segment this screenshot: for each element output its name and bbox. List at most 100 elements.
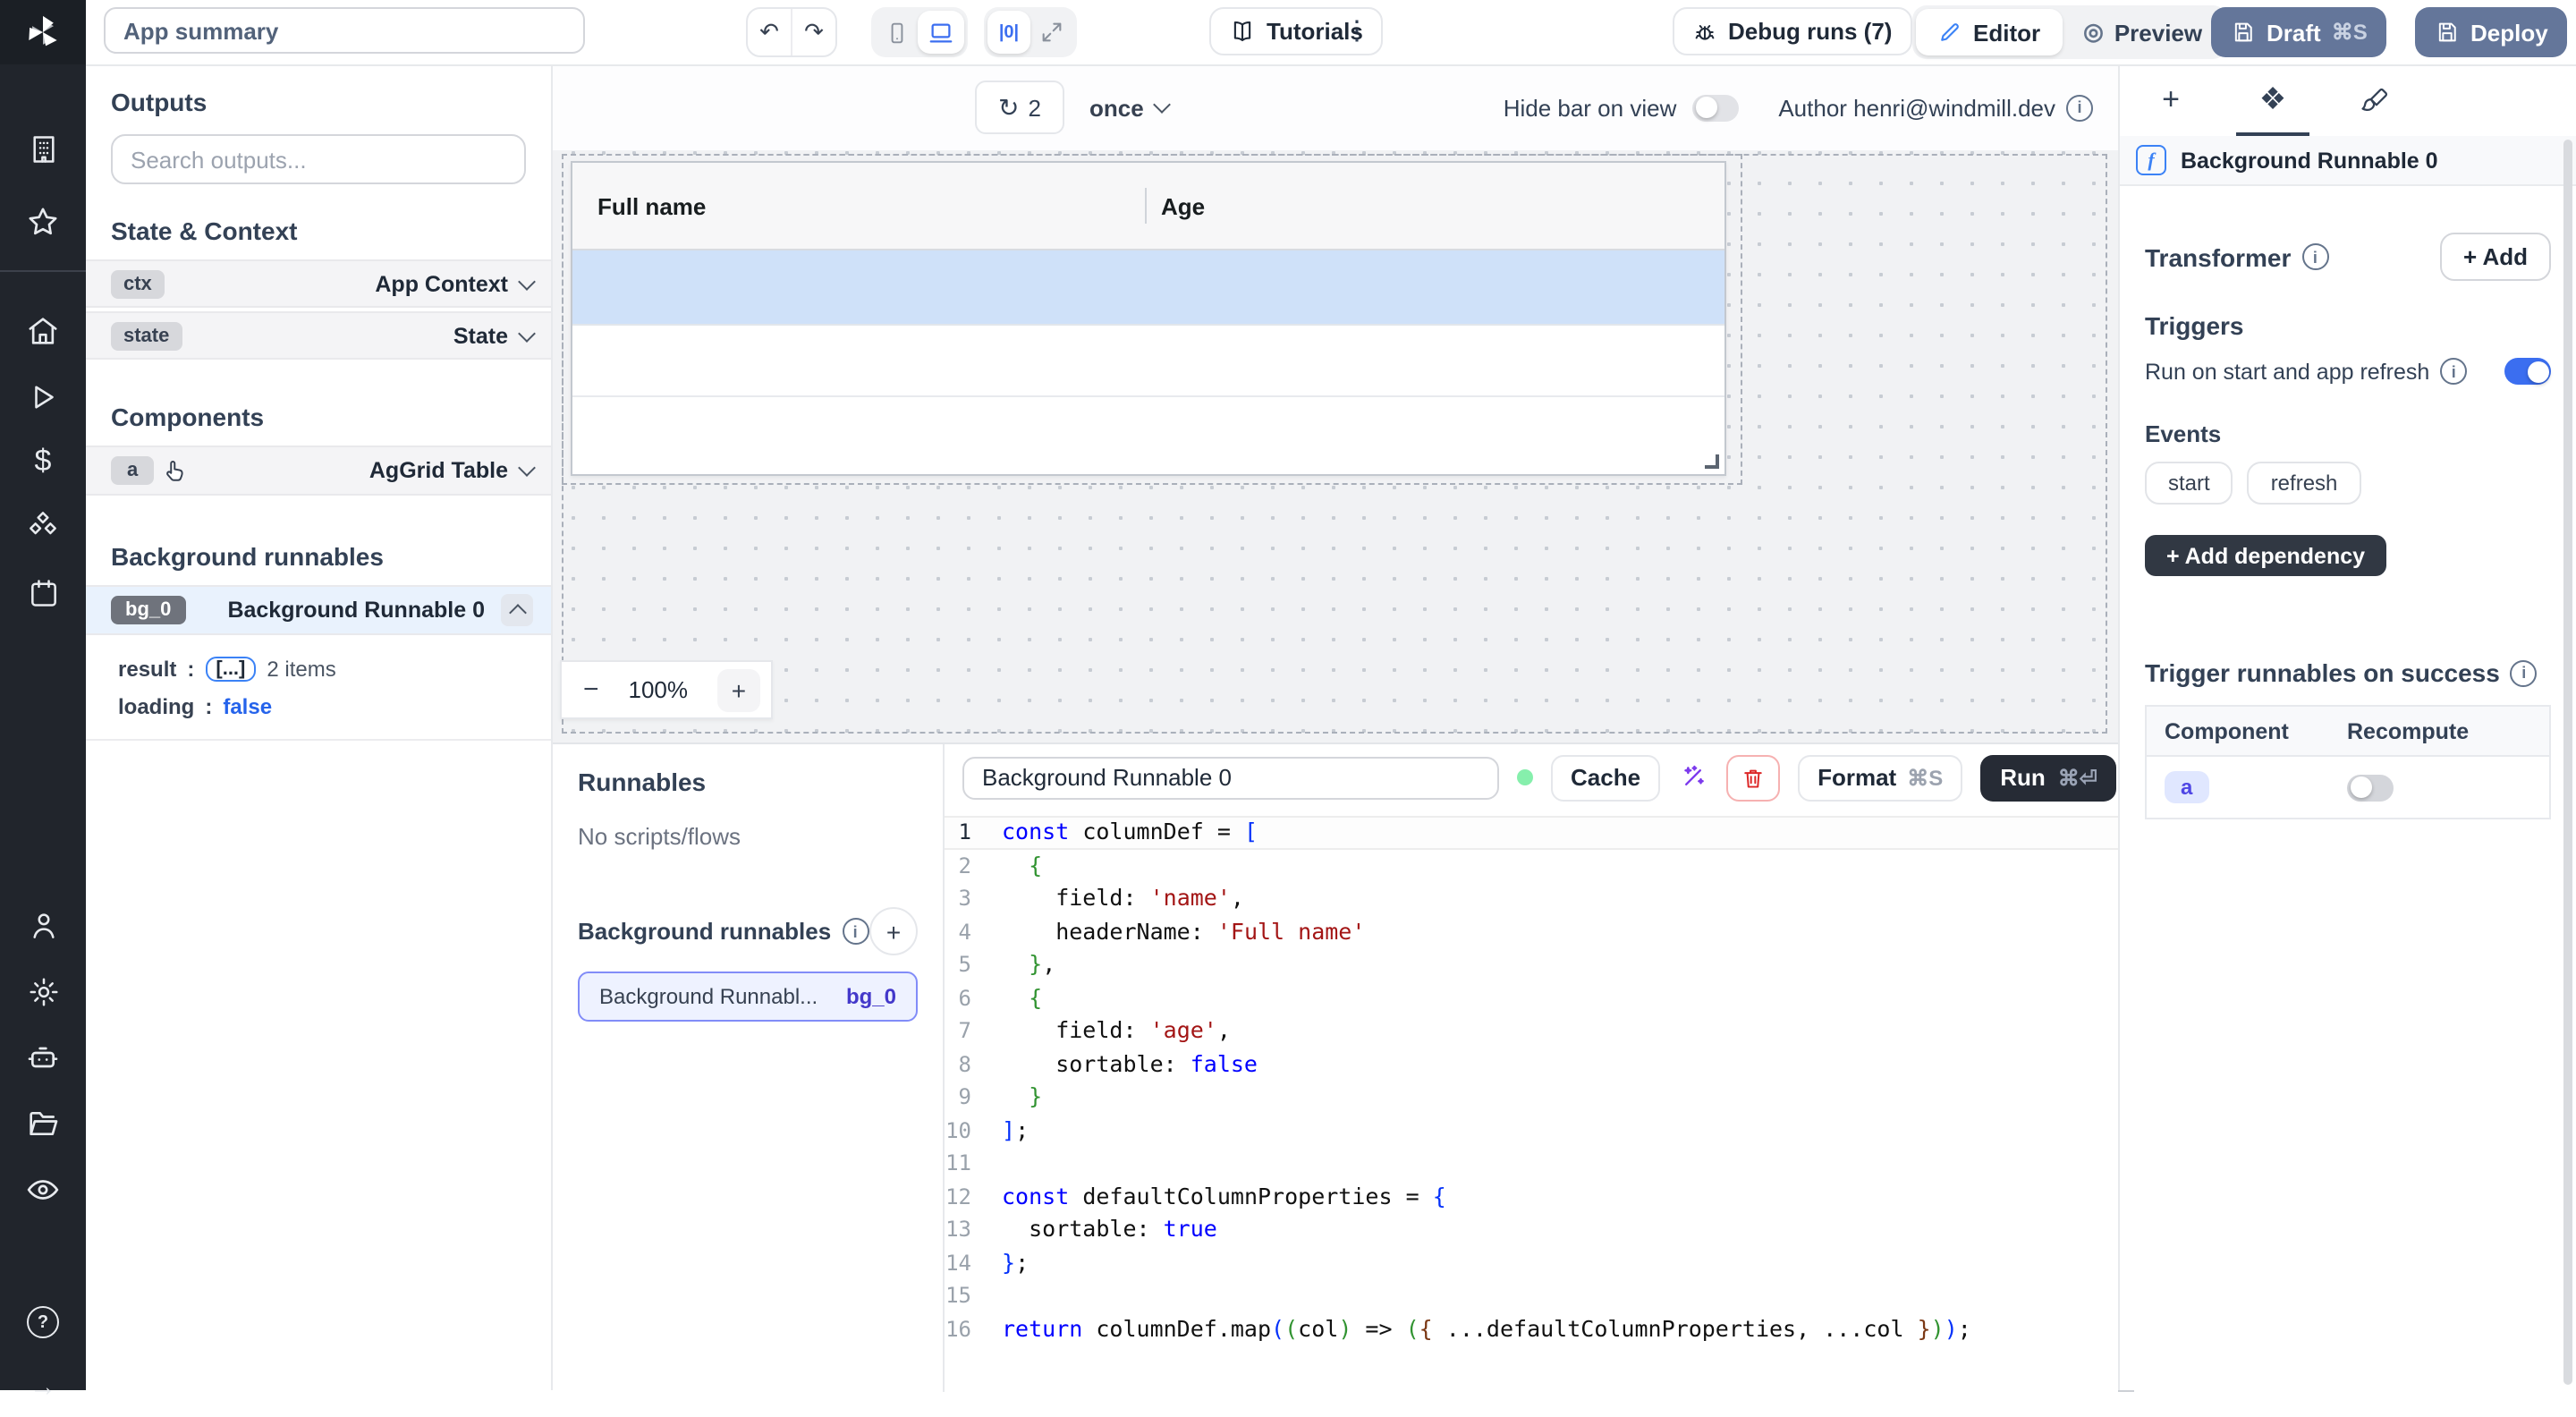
chevron-down-icon[interactable] [518, 272, 536, 290]
code-line[interactable]: 11 [945, 1147, 2135, 1180]
recompute-toggle[interactable] [2347, 774, 2394, 801]
resources-cubes-icon[interactable] [0, 496, 86, 556]
ctx-output-row[interactable]: ctx App Context [86, 259, 551, 308]
runnable-item-selected[interactable]: Background Runnabl... bg_0 [578, 972, 918, 1022]
delete-button[interactable] [1726, 754, 1780, 801]
workspace-building-icon[interactable] [0, 118, 86, 179]
variables-dollar-icon[interactable]: $ [0, 431, 86, 492]
code-line[interactable]: 5 }, [945, 948, 2135, 981]
deploy-button[interactable]: Deploy [2415, 7, 2568, 57]
code-line[interactable]: 2 { [945, 849, 2135, 882]
home-icon[interactable] [0, 301, 86, 361]
component-a-row[interactable]: a AgGrid Table [86, 445, 551, 496]
code-line[interactable]: 3 field: 'name', [945, 882, 2135, 915]
expand-rail-arrow-icon[interactable]: → [0, 1356, 86, 1417]
line-number: 2 [945, 849, 971, 882]
table-row-selected[interactable] [572, 250, 1724, 326]
code-line[interactable]: 15 [945, 1279, 2135, 1312]
code-line[interactable]: 6 { [945, 981, 2135, 1014]
users-person-icon[interactable] [0, 895, 86, 955]
column-separator[interactable] [1145, 188, 1147, 224]
mobile-view-button[interactable] [875, 11, 918, 54]
ai-wand-icon[interactable] [1678, 762, 1708, 793]
aggrid-table-component[interactable]: Full name Age [571, 161, 1726, 476]
trash-icon [1741, 765, 1766, 790]
component-settings-tab[interactable]: ❖ [2222, 64, 2324, 136]
zoom-in-button[interactable]: + [717, 668, 760, 711]
settings-gear-icon[interactable] [0, 961, 86, 1022]
zoom-control: − 100% + [560, 660, 773, 719]
code-line[interactable]: 14}; [945, 1246, 2135, 1279]
editor-tab[interactable]: Editor [1916, 9, 2062, 55]
resize-handle[interactable] [1705, 454, 1719, 469]
zoom-out-button[interactable]: − [583, 675, 599, 705]
code-line[interactable]: 8 sortable: false [945, 1048, 2135, 1081]
refresh-mode-select[interactable]: once [1089, 81, 1169, 134]
redo-button[interactable]: ↷ [791, 9, 835, 55]
add-runnable-button[interactable]: + [869, 907, 918, 955]
info-icon[interactable]: i [2511, 659, 2538, 686]
info-icon[interactable]: i [2066, 94, 2093, 121]
draft-button[interactable]: Draft ⌘S [2211, 7, 2387, 57]
run-on-start-toggle[interactable] [2504, 358, 2551, 385]
workers-robot-icon[interactable] [0, 1027, 86, 1088]
windmill-logo[interactable] [0, 0, 86, 64]
code-line[interactable]: 12const defaultColumnProperties = { [945, 1180, 2135, 1213]
format-button[interactable]: Format ⌘S [1798, 754, 1962, 801]
column-header-fullname[interactable]: Full name [572, 192, 1145, 219]
component-a-chip[interactable]: a [2165, 771, 2208, 803]
styling-tab[interactable] [2324, 64, 2426, 136]
code-editor[interactable]: 1const columnDef = [2 {3 field: 'name',4… [945, 810, 2135, 1392]
app-summary-input[interactable]: App summary [104, 7, 585, 54]
code-line[interactable]: 4 headerName: 'Full name' [945, 915, 2135, 948]
hide-bar-toggle[interactable] [1692, 94, 1739, 121]
chevron-down-icon[interactable] [518, 324, 536, 342]
code-line[interactable]: 10]; [945, 1114, 2135, 1147]
runnable-name-input[interactable]: Background Runnable 0 [962, 756, 1499, 799]
refresh-count-button[interactable]: ↻ 2 [975, 81, 1064, 134]
center-layout-button[interactable]: |0| [987, 11, 1030, 54]
info-icon[interactable]: i [2440, 358, 2467, 385]
collapse-button[interactable] [501, 594, 533, 626]
more-menu-button[interactable]: ⋮ [1343, 14, 1370, 47]
audit-eye-icon[interactable] [0, 1159, 86, 1220]
search-outputs-input[interactable]: Search outputs... [111, 134, 526, 184]
help-icon[interactable]: ? [0, 1292, 86, 1353]
bg0-output-row[interactable]: bg_0 Background Runnable 0 [86, 585, 551, 635]
event-chip-start[interactable]: start [2145, 462, 2233, 505]
code-line[interactable]: 9 } [945, 1081, 2135, 1114]
info-icon[interactable]: i [842, 918, 869, 945]
schedules-calendar-icon[interactable] [0, 562, 86, 623]
code-line[interactable]: 1const columnDef = [ [945, 816, 2135, 849]
insert-component-tab[interactable]: + [2120, 64, 2222, 136]
right-panel-scrollbar[interactable] [2563, 140, 2572, 1385]
chevron-down-icon[interactable] [518, 459, 536, 477]
code-line[interactable]: 16return columnDef.map((col) => ({ ...de… [945, 1312, 2135, 1345]
desktop-view-button[interactable] [918, 11, 964, 54]
folders-icon[interactable] [0, 1093, 86, 1154]
info-icon[interactable]: i [2301, 243, 2328, 270]
result-key: result [118, 656, 176, 681]
table-row[interactable] [572, 326, 1724, 397]
favorites-star-icon[interactable] [0, 191, 86, 252]
result-array-chip[interactable]: [...] [205, 656, 256, 681]
run-button[interactable]: Run ⌘⏎ [1980, 754, 2117, 801]
fullwidth-layout-button[interactable] [1030, 11, 1073, 54]
book-icon [1229, 18, 1256, 45]
preview-tab[interactable]: ◎ Preview [2062, 9, 2224, 55]
add-transformer-button[interactable]: + Add [2440, 233, 2551, 281]
cache-button[interactable]: Cache [1551, 754, 1660, 801]
code-line[interactable]: 13 sortable: true [945, 1213, 2135, 1246]
undo-button[interactable]: ↶ [748, 9, 791, 55]
layout-toggle-group: |0| [984, 7, 1077, 57]
debug-runs-button[interactable]: Debug runs (7) [1673, 7, 1911, 55]
event-chip-refresh[interactable]: refresh [2248, 462, 2361, 505]
state-output-row[interactable]: state State [86, 311, 551, 360]
runs-play-icon[interactable] [0, 367, 86, 428]
app-canvas[interactable]: Full name Age − 100% + [553, 150, 2118, 742]
runnables-list-panel: Runnables No scripts/flows Background ru… [553, 744, 945, 1392]
editor-toolbar: Background Runnable 0 Cache Format ⌘S Ru [945, 744, 2135, 810]
add-dependency-button[interactable]: + Add dependency [2145, 535, 2386, 576]
column-header-age[interactable]: Age [1145, 192, 1205, 219]
code-line[interactable]: 7 field: 'age', [945, 1014, 2135, 1048]
